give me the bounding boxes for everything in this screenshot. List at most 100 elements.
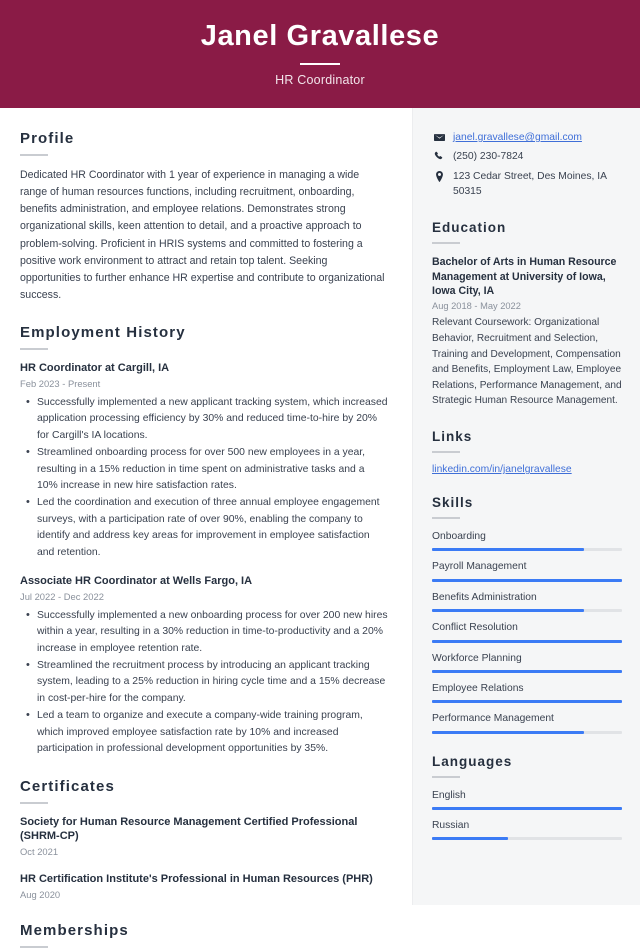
bullet-item: Led a team to organize and execute a com… (26, 707, 388, 757)
header-divider (300, 62, 340, 65)
section-heading-profile: Profile (20, 130, 75, 147)
language-bar-track (432, 807, 622, 811)
skill-label: Performance Management (432, 713, 554, 725)
resume-body: Profile Dedicated HR Coordinator with 1 … (0, 108, 640, 948)
bullet-item: Streamlined the recruitment process by i… (26, 657, 388, 707)
skill-bar-fill (432, 700, 622, 704)
section-underline (432, 517, 460, 520)
section-employment-history: Employment History HR Coordinator at Car… (20, 324, 388, 757)
section-profile: Profile Dedicated HR Coordinator with 1 … (20, 130, 388, 304)
education-date: Aug 2018 - May 2022 (432, 301, 521, 312)
section-underline (20, 154, 48, 156)
employment-entry: HR Coordinator at Cargill, IA Feb 2023 -… (20, 361, 388, 561)
language-bar-fill (432, 837, 508, 841)
bullet-item: Successfully implemented a new applicant… (26, 394, 388, 444)
bullet-item: Successfully implemented a new onboardin… (26, 607, 388, 657)
employment-date: Feb 2023 - Present (20, 378, 101, 390)
employment-title: Associate HR Coordinator at Wells Fargo,… (20, 575, 253, 588)
language-item: Russian (432, 819, 622, 841)
skill-item: Onboarding (432, 530, 622, 552)
language-bar-track (432, 837, 622, 841)
section-education: Education Bachelor of Arts in Human Reso… (432, 220, 622, 409)
skill-item: Payroll Management (432, 560, 622, 582)
skill-item: Workforce Planning (432, 652, 622, 673)
contact-address: 123 Cedar Street, Des Moines, IA 50315 (432, 169, 622, 200)
skill-bar-fill (432, 669, 622, 673)
skill-bar-fill (432, 730, 584, 734)
section-underline (20, 348, 48, 351)
employment-bullets: Successfully implemented a new applicant… (20, 394, 388, 561)
skill-item: Benefits Administration (432, 591, 622, 613)
linkedin-link[interactable]: linkedin.com/in/janelgravallese (432, 464, 622, 475)
skill-bar-track (432, 578, 622, 582)
education-title: Bachelor of Arts in Human Resource Manag… (432, 255, 617, 298)
skill-label: Onboarding (432, 531, 486, 543)
skill-bar-fill (432, 609, 584, 613)
skill-label: Benefits Administration (432, 591, 537, 603)
languages-list: English Russian (432, 789, 622, 841)
candidate-name: Janel Gravallese (200, 20, 440, 53)
contact-list: janel.gravallese@gmail.com (250) 230-782… (432, 130, 622, 200)
contact-email: janel.gravallese@gmail.com (432, 130, 622, 145)
section-languages: Languages English Russian (432, 754, 622, 841)
section-links: Links linkedin.com/in/janelgravallese (432, 429, 622, 475)
skill-bar-fill (432, 578, 622, 582)
language-label: English (432, 789, 466, 801)
email-link[interactable]: janel.gravallese@gmail.com (453, 130, 582, 145)
certificate-date: Aug 2020 (20, 888, 61, 900)
education-description: Relevant Coursework: Organizational Beha… (432, 317, 622, 407)
certificate-title: HR Certification Institute's Professiona… (20, 873, 373, 885)
section-heading-links: Links (432, 429, 473, 445)
sidebar-column: janel.gravallese@gmail.com (250) 230-782… (412, 108, 640, 905)
section-certificates: Certificates Society for Human Resource … (20, 778, 388, 902)
language-bar-fill (432, 807, 622, 811)
section-heading-education: Education (432, 219, 507, 235)
address-text: 123 Cedar Street, Des Moines, IA 50315 (453, 170, 607, 198)
section-heading-memberships: Memberships (20, 921, 129, 939)
skill-item: Performance Management (432, 712, 622, 734)
skill-item: Conflict Resolution (432, 621, 622, 643)
main-column: Profile Dedicated HR Coordinator with 1 … (0, 108, 412, 948)
section-heading-languages: Languages (432, 753, 513, 769)
employment-bullets: Successfully implemented a new onboardin… (20, 607, 388, 758)
contact-phone: (250) 230-7824 (432, 149, 622, 164)
skill-bar-track (432, 700, 622, 704)
section-underline (432, 451, 460, 454)
skill-bar-fill (432, 639, 622, 643)
section-heading-skills: Skills (432, 495, 474, 511)
phone-text: (250) 230-7824 (453, 151, 524, 163)
employment-date: Jul 2022 - Dec 2022 (20, 591, 104, 602)
section-skills: Skills Onboarding Payroll Management Benef… (432, 495, 622, 734)
candidate-job-title: HR Coordinator (275, 72, 365, 87)
certificate-entry: Society for Human Resource Management Ce… (20, 815, 388, 859)
envelope-icon (432, 132, 446, 143)
employment-entry: Associate HR Coordinator at Wells Fargo,… (20, 574, 388, 757)
language-item: English (432, 789, 622, 811)
skill-bar-track (432, 639, 622, 643)
certificate-date: Oct 2021 (20, 846, 59, 858)
profile-text: Dedicated HR Coordinator with 1 year of … (20, 169, 385, 302)
skills-list: Onboarding Payroll Management Benefits Adm… (432, 530, 622, 734)
resume-page: Janel Gravallese HR Coordinator Profile … (0, 0, 640, 948)
section-underline (20, 945, 48, 948)
skill-label: Payroll Management (432, 561, 527, 573)
bullet-item: Streamlined onboarding process for over … (26, 444, 388, 494)
skill-bar-track (432, 669, 622, 673)
resume-header: Janel Gravallese HR Coordinator (0, 0, 640, 108)
section-memberships: Memberships (20, 922, 388, 948)
skill-bar-fill (432, 548, 584, 552)
skill-label: Employee Relations (432, 682, 524, 694)
skill-label: Workforce Planning (432, 652, 522, 664)
section-heading-certificates: Certificates (20, 777, 115, 795)
bullet-item: Led the coordination and execution of th… (26, 494, 388, 561)
phone-icon (432, 151, 446, 162)
section-heading-employment: Employment History (20, 324, 186, 342)
section-underline (432, 775, 460, 778)
employment-title: HR Coordinator at Cargill, IA (20, 362, 170, 375)
certificate-title: Society for Human Resource Management Ce… (20, 815, 358, 843)
section-underline (20, 801, 48, 804)
skill-bar-track (432, 609, 622, 613)
language-label: Russian (432, 820, 470, 832)
skill-label: Conflict Resolution (432, 622, 518, 634)
skill-bar-track (432, 548, 622, 552)
